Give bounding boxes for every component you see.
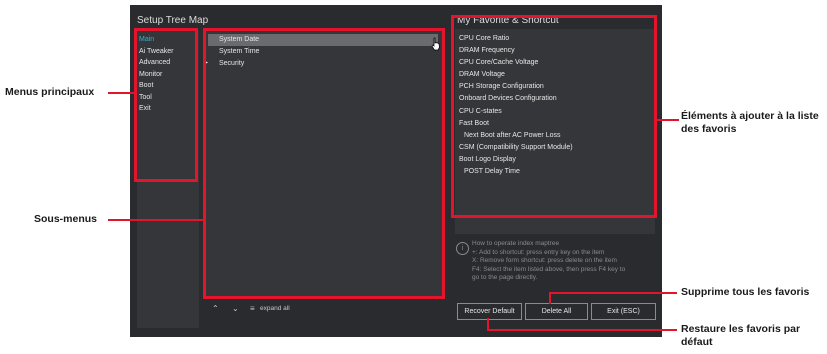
leader-line (549, 292, 677, 294)
callout-delete-all: Supprime tous les favoris (681, 286, 810, 298)
leader-line (487, 318, 489, 330)
callout-main-menus: Menus principaux (5, 86, 95, 98)
leader-line (108, 219, 205, 221)
callout-line: Éléments à ajouter à la liste (681, 110, 819, 122)
callout-line: des favoris (681, 123, 737, 135)
leader-line (108, 92, 136, 94)
callout-line: Restaure les favoris par (681, 323, 801, 335)
callout-favorites: Éléments à ajouter à la liste des favori… (681, 110, 819, 136)
info-icon: i (456, 242, 469, 255)
collapse-up-icon[interactable]: ⌃ (212, 304, 219, 313)
main-menus-highlight (134, 28, 198, 182)
delete-all-button[interactable]: Delete All (525, 303, 588, 320)
callout-restore: Restaure les favoris par défaut (681, 323, 800, 349)
submenus-highlight (203, 28, 445, 299)
recover-default-button[interactable]: Recover Default (457, 303, 522, 320)
exit-button[interactable]: Exit (ESC) (591, 303, 656, 320)
callout-line: défaut (681, 336, 713, 348)
leader-line (655, 119, 679, 121)
expand-all-link[interactable]: expand all (260, 305, 290, 312)
help-text: How to operate index maptree +: Add to s… (472, 240, 662, 283)
list-icon: ≡ (250, 304, 255, 313)
favorites-highlight (451, 15, 657, 218)
help-line: +: Add to shortcut: press entry key on t… (472, 248, 605, 256)
help-line: X: Remove form shortcut: press delete on… (472, 257, 617, 265)
expand-down-icon[interactable]: ⌄ (232, 304, 239, 313)
help-line: F4: Select the item listed above, then p… (472, 265, 626, 273)
help-line: go to the page directly. (472, 274, 538, 282)
callout-sub-menus: Sous-menus (34, 213, 98, 225)
help-line: How to operate index maptree (472, 240, 560, 247)
leader-line (487, 329, 677, 331)
setup-tree-title: Setup Tree Map (137, 15, 209, 26)
leader-line (549, 292, 551, 304)
